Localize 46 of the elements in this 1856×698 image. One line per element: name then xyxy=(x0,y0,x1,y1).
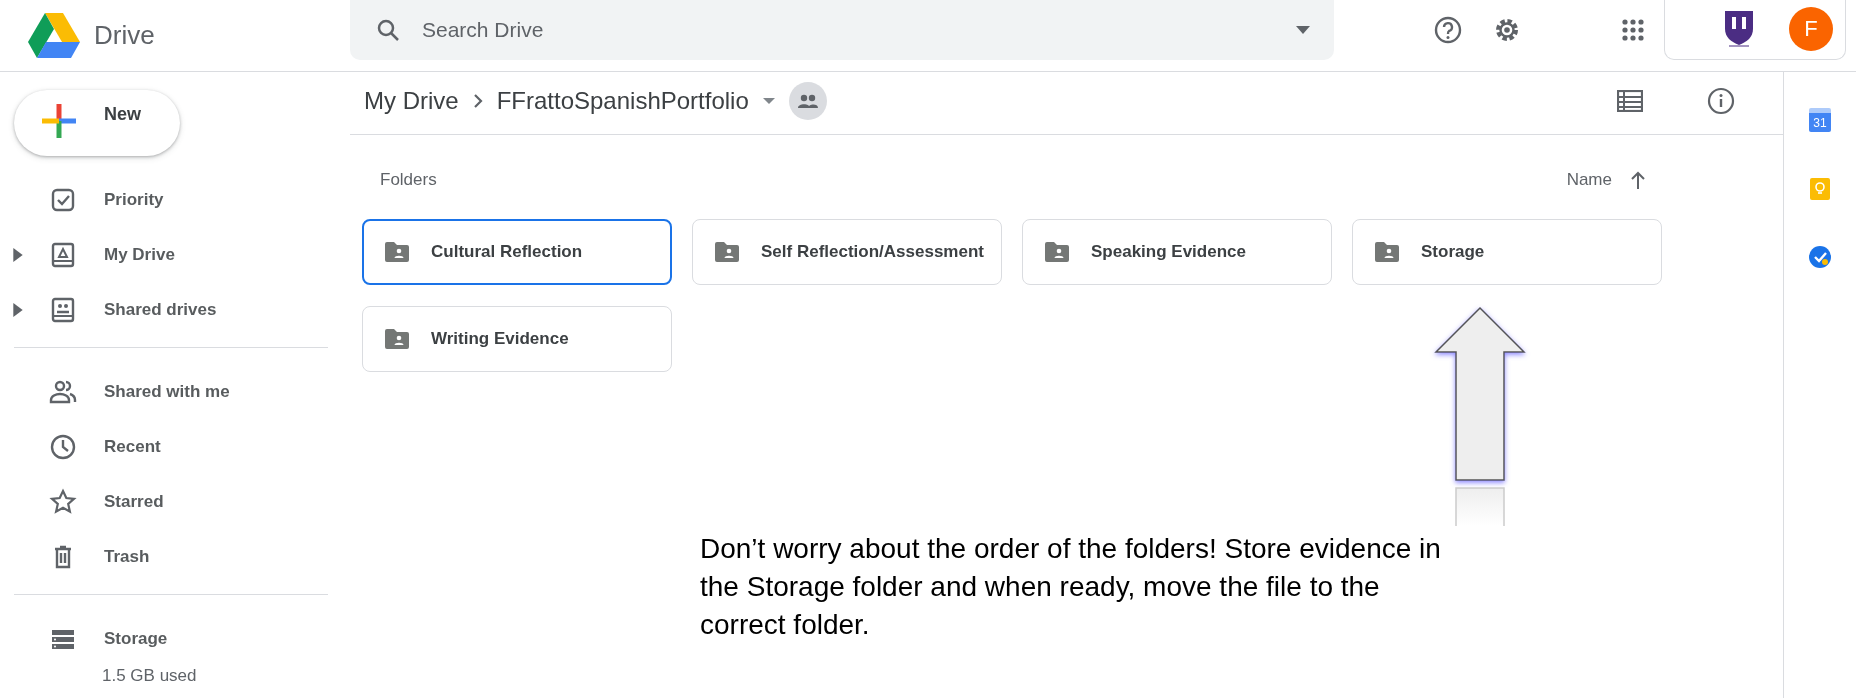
storage-usage: 1.5 GB used xyxy=(102,666,197,686)
shared-folder-icon xyxy=(1045,242,1069,262)
sidebar-item[interactable]: Recent xyxy=(0,419,328,474)
sidebar-item[interactable]: Starred xyxy=(0,474,328,529)
list-view-icon xyxy=(1617,90,1643,112)
shared-folder-icon xyxy=(385,329,409,349)
expand-arrow-icon xyxy=(12,247,24,262)
breadcrumb-link[interactable]: FFrattoSpanishPortfolio xyxy=(496,87,749,115)
sort-by-name-button[interactable]: Name xyxy=(1566,170,1612,190)
folder-card[interactable]: Cultural Reflection xyxy=(362,219,672,285)
expand-arrow-icon xyxy=(12,302,24,317)
dropdown-caret-icon xyxy=(1296,25,1310,34)
app-name: Drive xyxy=(94,20,155,51)
help-icon xyxy=(1434,15,1462,44)
sidebar-item[interactable]: Trash xyxy=(0,529,328,584)
shared-folder-people-icon xyxy=(788,82,827,120)
info-icon xyxy=(1707,87,1735,115)
plus-icon xyxy=(42,104,76,138)
sort-up-arrow-icon xyxy=(1630,171,1646,189)
folder-card[interactable]: Storage xyxy=(1352,219,1662,285)
search-icon xyxy=(376,17,400,42)
sidebar-item[interactable]: Shared drives xyxy=(0,282,330,337)
folders-heading: Folders xyxy=(380,170,437,190)
calendar-icon[interactable]: 31 xyxy=(1809,108,1831,132)
folder-card[interactable]: Self Reflection/Assessment xyxy=(692,219,1002,285)
folder-card[interactable]: Speaking Evidence xyxy=(1022,219,1332,285)
apps-grid-icon xyxy=(1622,18,1644,41)
sidebar-item[interactable]: Shared with me xyxy=(0,364,328,419)
check-circle-icon xyxy=(1809,246,1831,268)
new-button[interactable]: New xyxy=(14,90,180,156)
sidebar-item[interactable]: My Drive xyxy=(0,227,330,282)
search-input[interactable]: Search Drive xyxy=(420,16,1276,43)
dropdown-caret-icon xyxy=(762,98,775,104)
lightbulb-note-icon xyxy=(1810,178,1830,200)
folder-card[interactable]: Writing Evidence xyxy=(362,306,672,372)
sidebar-item[interactable]: Storage xyxy=(0,611,328,666)
shared-folder-icon xyxy=(1375,242,1399,262)
drive-logo-icon xyxy=(28,12,80,59)
chevron-right-icon xyxy=(472,93,483,109)
school-crest-icon xyxy=(1723,9,1755,49)
sidebar-item[interactable]: Priority xyxy=(0,172,330,227)
search-bar[interactable]: Search Drive xyxy=(350,0,1334,60)
annotation-note: Don’t worry about the order of the folders! Store evidence in the Storage folder and when ready, move the file to the correct folder. xyxy=(700,532,1442,642)
shared-folder-icon xyxy=(715,242,739,262)
breadcrumb-link[interactable]: My Drive xyxy=(364,87,459,115)
shared-folder-icon xyxy=(385,242,409,262)
